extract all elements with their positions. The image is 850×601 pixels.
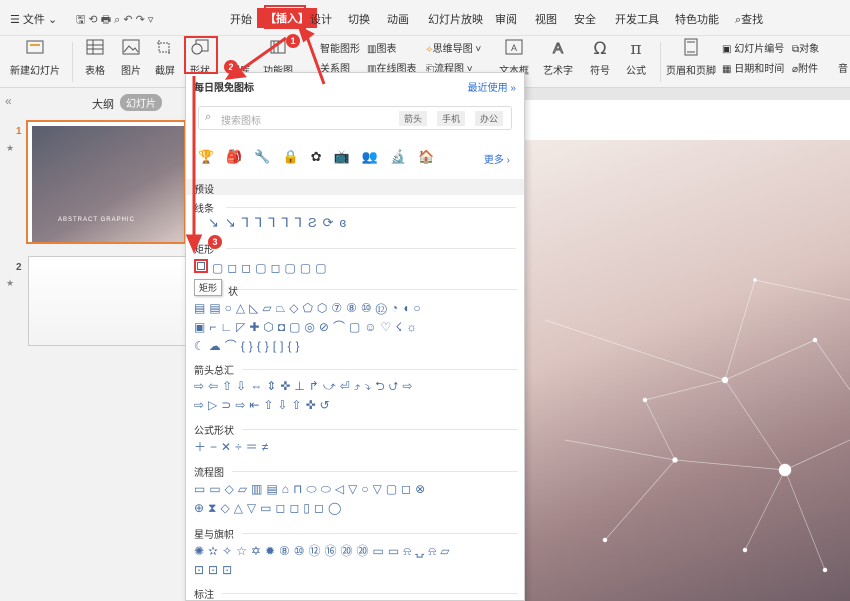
- arrow-1-line: [304, 33, 326, 85]
- arrow-1-head: [297, 25, 315, 43]
- annotation-arrows: [185, 25, 326, 254]
- arrow-3-head: [185, 234, 203, 254]
- arrow-2-line: [237, 36, 287, 74]
